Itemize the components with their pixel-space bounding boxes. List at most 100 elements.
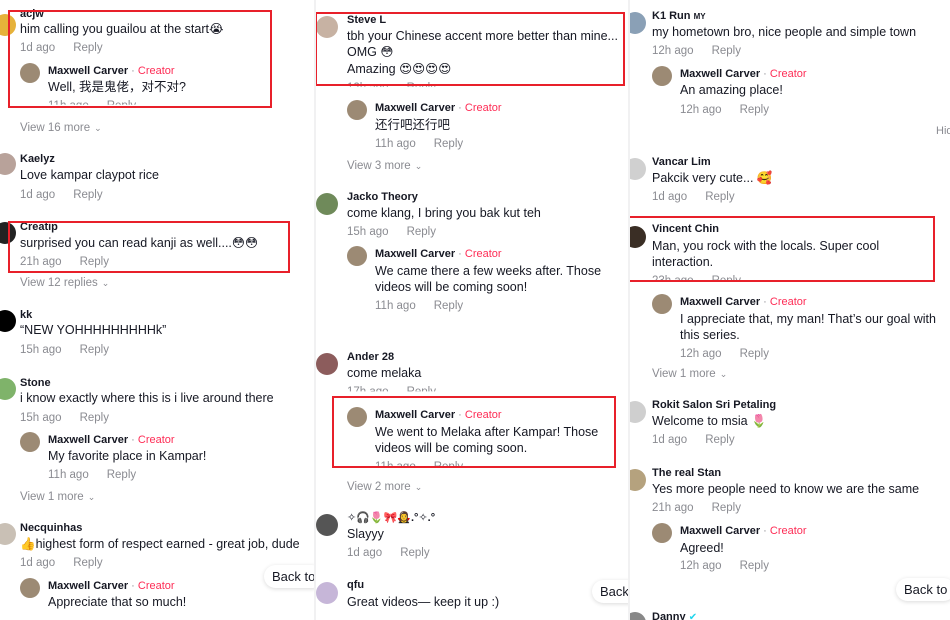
comment-text: come klang, I bring you bak kut teh bbox=[347, 206, 541, 220]
avatar[interactable] bbox=[347, 100, 367, 120]
comment-meta: 1d ago Reply bbox=[20, 189, 103, 201]
comment-username[interactable]: Maxwell Carver · Creator bbox=[680, 68, 807, 80]
creator-badge: Creator bbox=[769, 525, 807, 537]
comment-meta: 11h ago Reply bbox=[375, 138, 464, 150]
comment-text: Pakcik very cute... 🥰 bbox=[652, 171, 773, 185]
avatar[interactable] bbox=[630, 401, 646, 423]
avatar[interactable] bbox=[652, 294, 672, 314]
view-more-replies[interactable]: View 1 more ⌄ bbox=[20, 491, 95, 503]
comment-meta: 1d ago Reply bbox=[652, 434, 735, 446]
creator-badge: Creator bbox=[769, 68, 807, 80]
avatar[interactable] bbox=[630, 469, 646, 491]
reply-button[interactable]: Reply bbox=[712, 45, 741, 57]
comment-username[interactable]: Maxwell Carver · Creator bbox=[48, 580, 175, 592]
back-to-top-button[interactable]: Back to bbox=[896, 578, 950, 601]
avatar[interactable] bbox=[316, 514, 338, 536]
avatar[interactable] bbox=[630, 158, 646, 180]
comment-username[interactable]: Jacko Theory bbox=[347, 191, 418, 203]
comment-username[interactable]: Necquinhas bbox=[20, 522, 82, 534]
avatar[interactable] bbox=[316, 582, 338, 604]
comment-text: Love kampar claypot rice bbox=[20, 168, 159, 182]
comment-text: Appreciate that so much! bbox=[48, 595, 187, 609]
comment-username[interactable]: ✧🎧🌷🎀🧛‍♀️.°✧.° bbox=[347, 511, 435, 524]
creator-badge: Creator bbox=[137, 434, 175, 446]
comment-text: Agreed! bbox=[680, 541, 724, 555]
comment-meta: 15h ago Reply bbox=[20, 344, 109, 356]
comment-meta: 11h ago Reply bbox=[375, 300, 464, 312]
comment-username[interactable]: Stone bbox=[20, 377, 51, 389]
comment-username[interactable]: Vancar Lim bbox=[652, 156, 711, 168]
comment-username[interactable]: The real Stan bbox=[652, 467, 721, 479]
avatar[interactable] bbox=[20, 578, 40, 598]
view-more-replies[interactable]: View 3 more ⌄ bbox=[347, 160, 422, 172]
highlight-box bbox=[630, 216, 935, 282]
avatar[interactable] bbox=[347, 246, 367, 266]
avatar[interactable] bbox=[0, 378, 16, 400]
reply-button[interactable]: Reply bbox=[705, 191, 734, 203]
comment-meta: 12h ago Reply bbox=[680, 104, 769, 116]
reply-button[interactable]: Reply bbox=[740, 348, 769, 360]
avatar[interactable] bbox=[630, 12, 646, 34]
comment-text: I appreciate that, my man! That’s our go… bbox=[680, 312, 936, 326]
avatar[interactable] bbox=[316, 353, 338, 375]
comment-username[interactable]: Maxwell Carver · Creator bbox=[680, 296, 807, 308]
reply-button[interactable]: Reply bbox=[740, 560, 769, 572]
comment-username[interactable]: Danny ✔ bbox=[652, 611, 697, 620]
comment-username[interactable]: Maxwell Carver · Creator bbox=[48, 434, 175, 446]
comment-text: my hometown bro, nice people and simple … bbox=[652, 25, 917, 39]
reply-button[interactable]: Reply bbox=[740, 104, 769, 116]
comment-username[interactable]: Maxwell Carver · Creator bbox=[375, 102, 502, 114]
reply-button[interactable]: Reply bbox=[73, 557, 102, 569]
avatar[interactable] bbox=[652, 66, 672, 86]
comment-username[interactable]: K1 Run MY bbox=[652, 10, 706, 22]
reply-button[interactable]: Reply bbox=[712, 502, 741, 514]
comment-meta: 1d ago Reply bbox=[652, 191, 735, 203]
verified-icon: ✔ bbox=[688, 612, 698, 620]
comment-meta: 12h ago Reply bbox=[652, 45, 741, 57]
view-more-replies[interactable]: View 1 more ⌄ bbox=[652, 368, 727, 380]
reply-button[interactable]: Reply bbox=[705, 434, 734, 446]
back-to-top-button[interactable]: Back to bbox=[264, 565, 314, 588]
reply-button[interactable]: Reply bbox=[407, 226, 436, 238]
comment-username[interactable]: kk bbox=[20, 309, 32, 321]
reply-button[interactable]: Reply bbox=[107, 469, 136, 481]
avatar[interactable] bbox=[0, 310, 16, 332]
reply-button[interactable]: Reply bbox=[80, 344, 109, 356]
highlight-box bbox=[316, 12, 625, 86]
comment-username[interactable]: Rokit Salon Sri Petaling bbox=[652, 399, 776, 411]
comment-username[interactable]: Kaelyz bbox=[20, 153, 55, 165]
highlight-box bbox=[332, 396, 616, 468]
comment-username[interactable]: Maxwell Carver · Creator bbox=[375, 248, 502, 260]
comment-meta: 1d ago Reply bbox=[20, 557, 103, 569]
view-more-replies[interactable]: View 2 more ⌄ bbox=[347, 481, 422, 493]
avatar[interactable] bbox=[20, 432, 40, 452]
avatar[interactable] bbox=[652, 523, 672, 543]
comment-username[interactable]: Ander 28 bbox=[347, 351, 394, 363]
highlight-box bbox=[8, 10, 272, 108]
reply-button[interactable]: Reply bbox=[434, 300, 463, 312]
avatar[interactable] bbox=[630, 612, 646, 620]
view-more-replies[interactable]: View 16 more ⌄ bbox=[20, 122, 102, 134]
comment-username[interactable]: Maxwell Carver · Creator bbox=[680, 525, 807, 537]
back-to-top-button[interactable]: Back t bbox=[592, 580, 628, 603]
comment-username[interactable]: qfu bbox=[347, 579, 364, 591]
avatar[interactable] bbox=[0, 523, 16, 545]
reply-button[interactable]: Reply bbox=[434, 138, 463, 150]
reply-button[interactable]: Reply bbox=[400, 547, 429, 559]
comment-text: come melaka bbox=[347, 366, 422, 380]
reply-button[interactable]: Reply bbox=[80, 412, 109, 424]
view-more-replies[interactable]: View 12 replies ⌄ bbox=[20, 277, 109, 289]
comment-text: Yes more people need to know we are the … bbox=[652, 482, 920, 496]
comment-meta: 15h ago Reply bbox=[347, 226, 436, 238]
comments-column-2: Steve L tbh your Chinese accent more bet… bbox=[316, 0, 628, 620]
comment-meta: 15h ago Reply bbox=[20, 412, 109, 424]
avatar[interactable] bbox=[0, 153, 16, 175]
comment-meta: 12h ago Reply bbox=[680, 348, 769, 360]
reply-button[interactable]: Reply bbox=[73, 189, 102, 201]
comment-text: i know exactly where this is i live arou… bbox=[20, 391, 274, 405]
hide-hint[interactable]: Hid bbox=[936, 125, 950, 137]
avatar[interactable] bbox=[316, 193, 338, 215]
creator-badge: Creator bbox=[137, 580, 175, 592]
comments-column-1: acjw him calling you guailou at the star… bbox=[0, 0, 314, 620]
comment-text: We came there a few weeks after. Those bbox=[375, 264, 602, 278]
